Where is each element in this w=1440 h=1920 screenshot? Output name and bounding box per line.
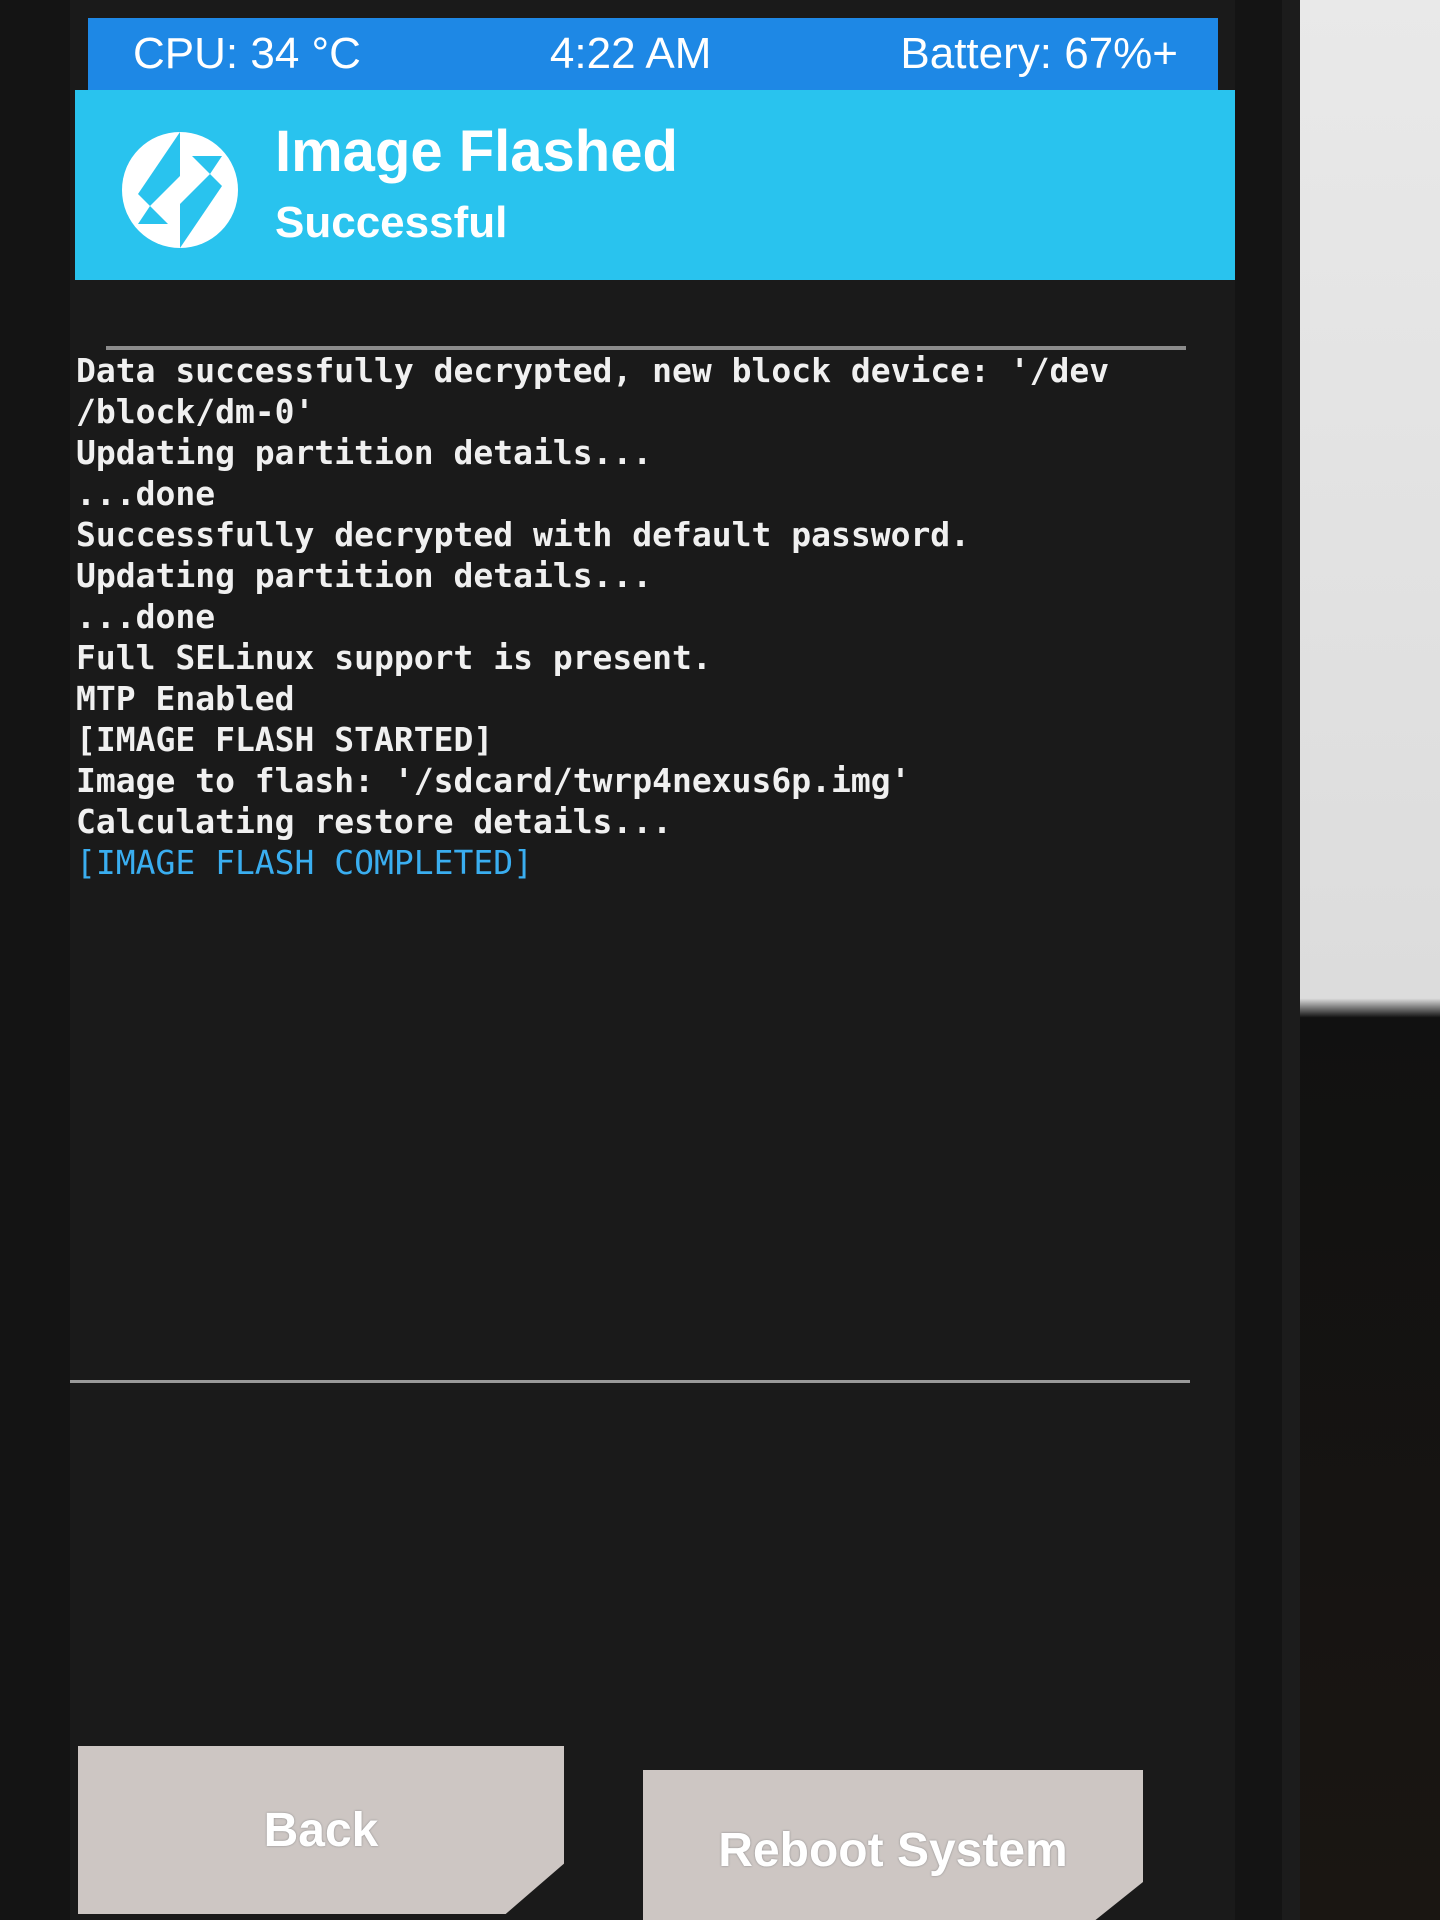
console-bottom-divider [70, 1380, 1190, 1383]
console-line: /block/dm-0' [76, 392, 315, 431]
console-line: Data successfully decrypted, new block d… [76, 351, 1110, 390]
recovery-screen: CPU: 34 °C 4:22 AM Battery: 67%+ Image F… [70, 0, 1235, 1920]
console-line: Full SELinux support is present. [76, 638, 712, 677]
console-line: ...done [76, 597, 216, 636]
clock: 4:22 AM [549, 29, 712, 78]
page-subtitle: Successful [275, 198, 508, 247]
twrp-logo-icon [122, 132, 238, 248]
console-log[interactable]: Data successfully decrypted, new block d… [76, 350, 1186, 883]
battery-level: Battery: 67%+ [900, 29, 1178, 78]
console-line: Successfully decrypted with default pass… [76, 515, 971, 554]
header: Image Flashed Successful [75, 90, 1235, 280]
console-line: Updating partition details... [76, 556, 653, 595]
back-button-label: Back [263, 1803, 379, 1857]
console-line: MTP Enabled [76, 679, 295, 718]
reboot-system-button[interactable]: Reboot System [643, 1770, 1143, 1920]
console-line: Calculating restore details... [76, 802, 673, 841]
page-title: Image Flashed [275, 119, 678, 184]
back-button[interactable]: Back [78, 1746, 564, 1914]
console-line: Updating partition details... [76, 433, 653, 472]
cpu-temperature: CPU: 34 °C [133, 29, 361, 78]
console-line: ...done [76, 474, 216, 513]
reboot-system-button-label: Reboot System [718, 1823, 1068, 1877]
console-line: Image to flash: '/sdcard/twrp4nexus6p.im… [76, 761, 911, 800]
console-line-completed: [IMAGE FLASH COMPLETED] [76, 843, 533, 882]
status-bar: CPU: 34 °C 4:22 AM Battery: 67%+ [88, 18, 1218, 90]
console-line: [IMAGE FLASH STARTED] [76, 720, 494, 759]
